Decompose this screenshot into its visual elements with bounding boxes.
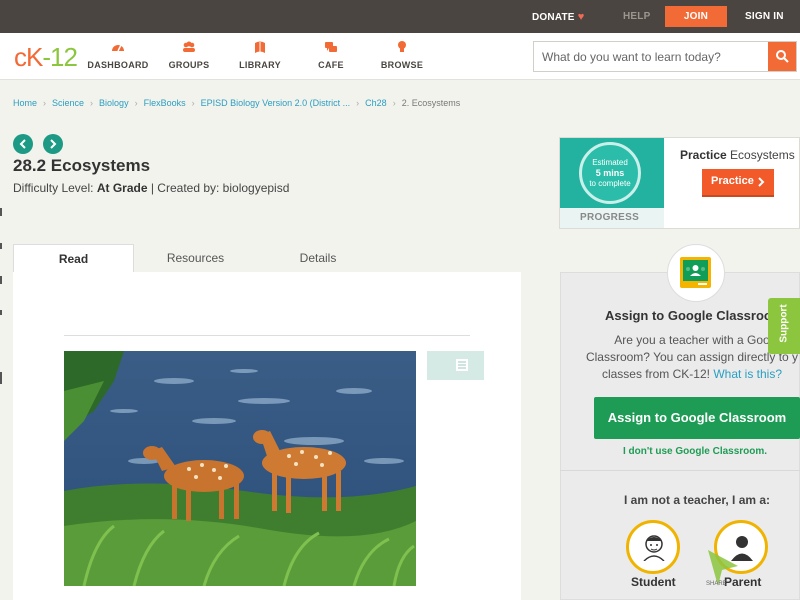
logo-c: c <box>14 42 27 72</box>
nav-groups[interactable]: GROUPS <box>154 40 224 70</box>
created-by: | Created by: biologyepisd <box>150 181 290 195</box>
breadcrumb-chapter[interactable]: Ch28 <box>365 98 387 108</box>
heart-icon: ♥ <box>577 11 585 23</box>
est-line1: Estimated <box>592 158 628 167</box>
est-line3: to complete <box>589 179 631 188</box>
difficulty-value: At Grade <box>96 181 148 195</box>
tab-details[interactable]: Details <box>273 244 363 272</box>
student-icon <box>643 535 665 561</box>
support-label: Support <box>778 304 790 343</box>
nav-library-label: LIBRARY <box>239 60 281 70</box>
previous-button[interactable] <box>13 134 33 154</box>
nav-browse-label: BROWSE <box>380 60 424 70</box>
student-role-button[interactable] <box>626 520 680 574</box>
classroom-desc-line2: Classroom? You can assign directly to y <box>585 350 799 364</box>
nav-dashboard-label: DASHBOARD <box>87 60 149 70</box>
nav-cafe[interactable]: CAFE <box>296 40 366 70</box>
breadcrumb-separator: › <box>392 98 396 108</box>
breadcrumb-separator: › <box>134 98 138 108</box>
edge-marker <box>0 243 2 249</box>
help-link[interactable]: HELP <box>623 11 650 22</box>
classroom-heading: Assign to Google Classroo <box>605 308 772 323</box>
progress-label: PROGRESS <box>560 208 664 228</box>
nav-browse[interactable]: BROWSE <box>367 40 437 70</box>
breadcrumb-science[interactable]: Science <box>52 98 84 108</box>
search-button[interactable] <box>768 42 796 71</box>
breadcrumb-book[interactable]: EPISD Biology Version 2.0 (District ... <box>201 98 351 108</box>
assign-classroom-button[interactable]: Assign to Google Classroom <box>594 397 800 439</box>
breadcrumb-current: 2. Ecosystems <box>401 98 461 108</box>
practice-title-rest: Ecosystems <box>730 148 795 162</box>
library-icon <box>255 41 265 53</box>
nav-cafe-label: CAFE <box>318 60 344 70</box>
logo-12: 12 <box>50 42 78 72</box>
notes-icon <box>456 359 468 371</box>
google-classroom-icon <box>680 257 711 288</box>
join-button[interactable]: JOIN <box>665 6 727 27</box>
logo-dash: - <box>42 42 51 72</box>
divider <box>560 470 800 471</box>
breadcrumb: Home › Science › Biology › FlexBooks › EPISD Bio… <box>13 98 460 108</box>
chevron-left-icon <box>19 139 26 149</box>
breadcrumb-separator: › <box>356 98 360 108</box>
practice-button[interactable]: Practice <box>702 169 774 197</box>
tab-resources[interactable]: Resources <box>148 244 243 272</box>
breadcrumb-separator: › <box>191 98 195 108</box>
what-is-this-link[interactable]: What is this? <box>713 367 782 381</box>
estimated-time: Estimated 5 mins to complete <box>579 158 641 189</box>
chevron-right-icon <box>50 139 57 149</box>
chevron-right-icon <box>758 177 765 187</box>
practice-card: Estimated 5 mins to complete PROGRESS Pr… <box>559 137 800 229</box>
logo-k: K <box>26 42 43 72</box>
breadcrumb-separator: › <box>90 98 94 108</box>
practice-button-label: Practice <box>711 175 754 187</box>
edge-marker <box>0 276 2 284</box>
page-title: 28.2 Ecosystems <box>13 156 151 175</box>
share-label: SHARE <box>706 581 727 587</box>
search-box <box>533 41 797 72</box>
content-tabs: Read Resources Details <box>13 244 521 272</box>
practice-title-bold: Practice <box>680 148 727 162</box>
search-input[interactable] <box>534 42 768 71</box>
classroom-desc-line3: classes from CK-12! <box>601 367 710 381</box>
ck12-logo[interactable]: cK-12 <box>14 42 78 73</box>
content-panel <box>13 272 521 600</box>
page-meta: Difficulty Level: At Grade | Created by:… <box>13 181 289 195</box>
sign-in-link[interactable]: SIGN IN <box>745 11 784 22</box>
difficulty-label: Difficulty Level: <box>13 181 94 195</box>
classroom-desc-line1: Are you a teacher with a Goo <box>614 333 770 347</box>
edge-marker <box>0 310 2 315</box>
donate-link[interactable]: DONATE ♥ <box>532 11 584 23</box>
dashboard-icon <box>112 44 124 52</box>
breadcrumb-separator: › <box>43 98 47 108</box>
notes-toggle[interactable] <box>427 351 484 380</box>
tab-read[interactable]: Read <box>13 244 134 272</box>
not-teacher-heading: I am not a teacher, I am a: <box>624 493 771 507</box>
groups-icon <box>183 41 195 52</box>
lightbulb-icon <box>398 41 406 52</box>
breadcrumb-flexbooks[interactable]: FlexBooks <box>144 98 186 108</box>
deer-photo <box>64 351 416 586</box>
classroom-description: Are you a teacher with a Goo Classroom? … <box>572 332 800 383</box>
student-label: Student <box>631 575 676 589</box>
next-button[interactable] <box>43 134 63 154</box>
search-icon <box>776 50 789 63</box>
nav-dashboard[interactable]: DASHBOARD <box>83 40 153 70</box>
nav-library[interactable]: LIBRARY <box>225 40 295 70</box>
chat-bubbles-icon <box>325 42 337 52</box>
practice-thumbnail: Estimated 5 mins to complete <box>560 138 664 208</box>
nav-groups-label: GROUPS <box>168 60 210 70</box>
est-line2: 5 mins <box>595 168 625 178</box>
practice-title: Practice Ecosystems <box>680 148 795 162</box>
breadcrumb-home[interactable]: Home <box>13 98 37 108</box>
no-classroom-link[interactable]: I don't use Google Classroom. <box>623 446 767 457</box>
donate-label: DONATE <box>532 12 575 23</box>
main-nav: cK-12 DASHBOARD GROUPS LIBRARY CAFE BROW… <box>0 33 800 80</box>
breadcrumb-biology[interactable]: Biology <box>99 98 129 108</box>
edge-marker <box>0 208 2 216</box>
support-tab[interactable]: Support <box>768 298 800 354</box>
edge-marker <box>0 372 2 384</box>
top-bar: DONATE ♥ HELP JOIN SIGN IN <box>0 0 800 33</box>
divider <box>64 335 470 336</box>
